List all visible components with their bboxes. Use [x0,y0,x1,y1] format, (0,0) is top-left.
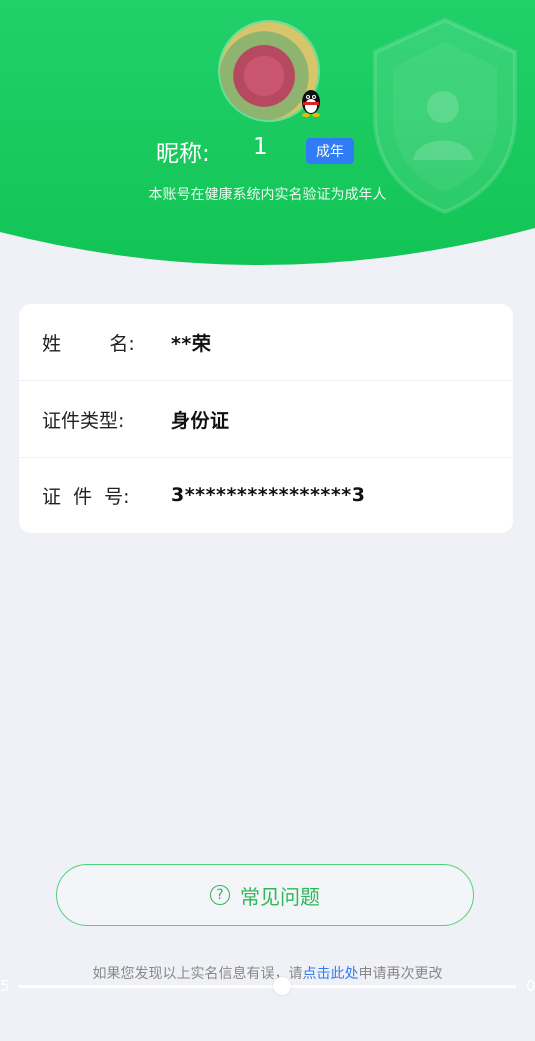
question-circle-icon: ? [210,885,230,905]
correction-text-after: 申请再次更改 [358,966,443,982]
id-type-value: 身份证 [171,409,230,432]
name-value: **荣 [171,332,212,355]
nickname-value: 1 [253,134,268,160]
correction-text-before: 如果您发现以上实名信息有误，请 [92,966,303,982]
id-number-value: 3****************3 [171,484,366,506]
slider-right-label: 0 [526,977,535,995]
name-label: 姓 名: [42,332,135,355]
name-row: 姓 名: **荣 [19,304,513,381]
playback-slider-track[interactable] [18,985,516,988]
identity-info-card: 姓 名: **荣 证件类型: 身份证 证 件 号: 3*************… [19,304,513,533]
correction-notice: 如果您发现以上实名信息有误，请点击此处申请再次更改 [0,963,535,983]
qq-penguin-icon [302,90,320,117]
playback-slider-handle[interactable] [273,977,291,995]
id-type-label: 证件类型: [42,409,125,432]
faq-button[interactable]: ? 常见问题 [56,864,474,926]
correction-link[interactable]: 点击此处 [303,966,359,982]
nickname-label: 昵称: [156,141,210,167]
id-number-row: 证 件 号: 3****************3 [19,457,513,533]
adult-badge: 成年 [306,138,354,164]
slider-left-label: 5 [0,977,10,995]
id-number-label: 证 件 号: [42,485,130,508]
id-type-row: 证件类型: 身份证 [19,381,513,458]
verification-status-text: 本账号在健康系统内实名验证为成年人 [148,187,387,203]
faq-button-label: 常见问题 [240,884,320,909]
